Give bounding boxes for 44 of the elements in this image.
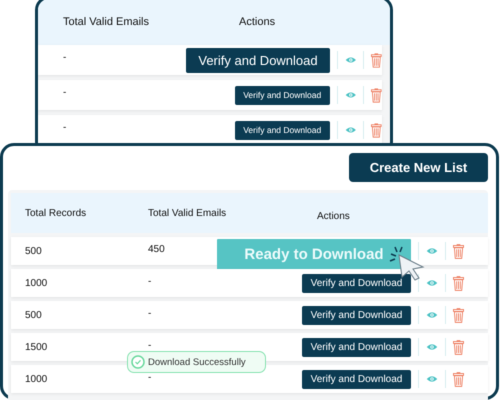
table-cell-text: - xyxy=(63,51,68,63)
view-icon[interactable] xyxy=(426,343,438,351)
verify-download-button[interactable]: Verify and Download xyxy=(186,48,330,72)
delete-icon[interactable] xyxy=(371,88,382,102)
verify-download-button[interactable]: Verify and Download xyxy=(302,306,411,324)
view-icon[interactable] xyxy=(344,126,356,134)
table-cell-text: 1000 xyxy=(25,374,48,384)
delete-icon[interactable] xyxy=(371,52,382,68)
table-cell-text: 500 xyxy=(25,246,43,256)
table-cell-text: - xyxy=(63,121,68,133)
table-cell-text: 1000 xyxy=(25,278,48,288)
view-icon[interactable] xyxy=(426,247,438,255)
table-cell-text: 450 xyxy=(148,244,166,256)
table-cell-text: - xyxy=(148,340,152,352)
verify-download-button[interactable]: Verify and Download xyxy=(302,338,411,356)
delete-icon[interactable] xyxy=(453,244,464,258)
toast-message: Download Successfully xyxy=(148,356,246,368)
create-list-button[interactable]: Create New List xyxy=(349,153,488,182)
table-cell-text: - xyxy=(148,308,152,320)
verify-download-button[interactable]: Verify and Download xyxy=(302,370,411,388)
column-header: Actions xyxy=(317,210,350,222)
view-icon[interactable] xyxy=(344,91,356,99)
verify-download-button[interactable]: Verify and Download xyxy=(302,274,411,292)
table-cell-text: - xyxy=(148,372,152,384)
delete-icon[interactable] xyxy=(453,276,464,290)
delete-icon[interactable] xyxy=(371,122,382,138)
delete-icon[interactable] xyxy=(453,372,464,386)
view-icon[interactable] xyxy=(426,311,438,319)
delete-icon[interactable] xyxy=(453,308,464,322)
table-cell-text: 1500 xyxy=(25,342,48,352)
verify-download-button[interactable]: Verify and Download xyxy=(234,120,330,140)
view-icon[interactable] xyxy=(344,56,356,64)
table-cell-text: 500 xyxy=(25,310,43,320)
column-header: Total Records xyxy=(25,208,88,218)
column-header: Actions xyxy=(239,16,276,28)
verify-download-button[interactable]: Verify and Download xyxy=(234,86,330,104)
column-header: Total Valid Emails xyxy=(63,16,150,28)
view-icon[interactable] xyxy=(426,375,438,383)
table-cell-text: - xyxy=(63,86,68,98)
view-icon[interactable] xyxy=(426,279,438,287)
check-icon xyxy=(131,355,145,369)
delete-icon[interactable] xyxy=(453,340,464,354)
column-header: Total Valid Emails xyxy=(148,208,228,218)
table-cell-text: - xyxy=(148,276,152,288)
